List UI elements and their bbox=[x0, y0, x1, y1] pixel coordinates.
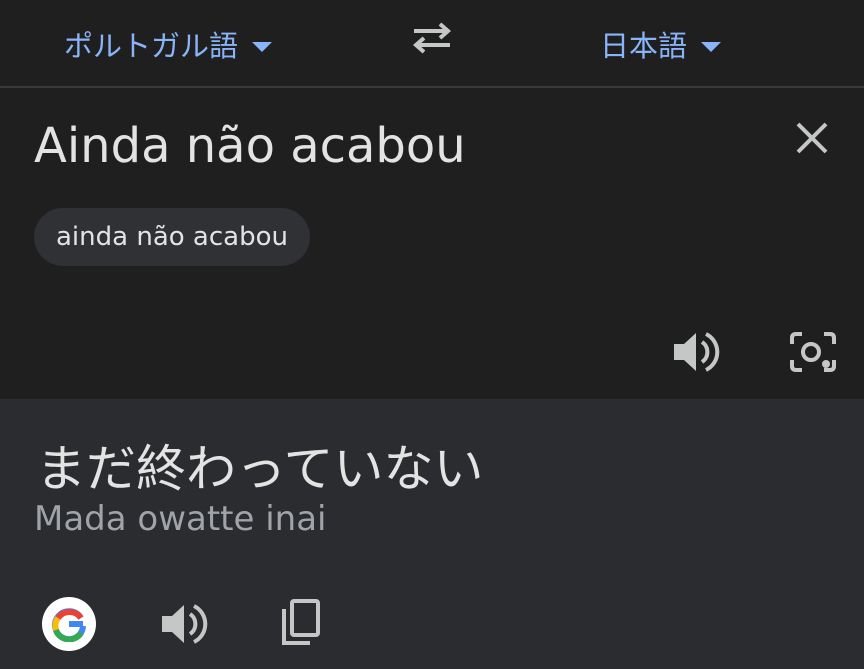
swap-arrows-icon[interactable] bbox=[408, 20, 456, 56]
source-language-label: ポルトガル語 bbox=[64, 29, 239, 63]
close-icon[interactable] bbox=[792, 118, 832, 158]
lens-camera-icon[interactable] bbox=[788, 328, 838, 376]
source-language-selector[interactable]: ポルトガル語 bbox=[64, 24, 273, 64]
target-dropdown-caret-icon bbox=[701, 42, 722, 52]
target-language-label: 日本語 bbox=[600, 29, 688, 63]
target-language-selector[interactable]: 日本語 bbox=[600, 24, 722, 64]
speaker-icon[interactable] bbox=[672, 330, 720, 374]
speaker-icon[interactable] bbox=[160, 602, 208, 646]
translation-text: まだ終わっていない bbox=[36, 440, 484, 498]
source-dropdown-caret-icon bbox=[252, 42, 273, 52]
suggestion-chip[interactable]: ainda não acabou bbox=[34, 208, 310, 266]
language-bar: ポルトガル語 日本語 bbox=[0, 0, 864, 88]
romanization-text: Mada owatte inai bbox=[34, 499, 327, 539]
google-logo-icon[interactable] bbox=[42, 597, 96, 651]
output-panel: まだ終わっていない Mada owatte inai bbox=[0, 399, 864, 669]
copy-icon[interactable] bbox=[280, 599, 322, 647]
input-panel: Ainda não acabou ainda não acabou bbox=[0, 88, 864, 399]
source-text-input[interactable]: Ainda não acabou bbox=[34, 118, 466, 174]
